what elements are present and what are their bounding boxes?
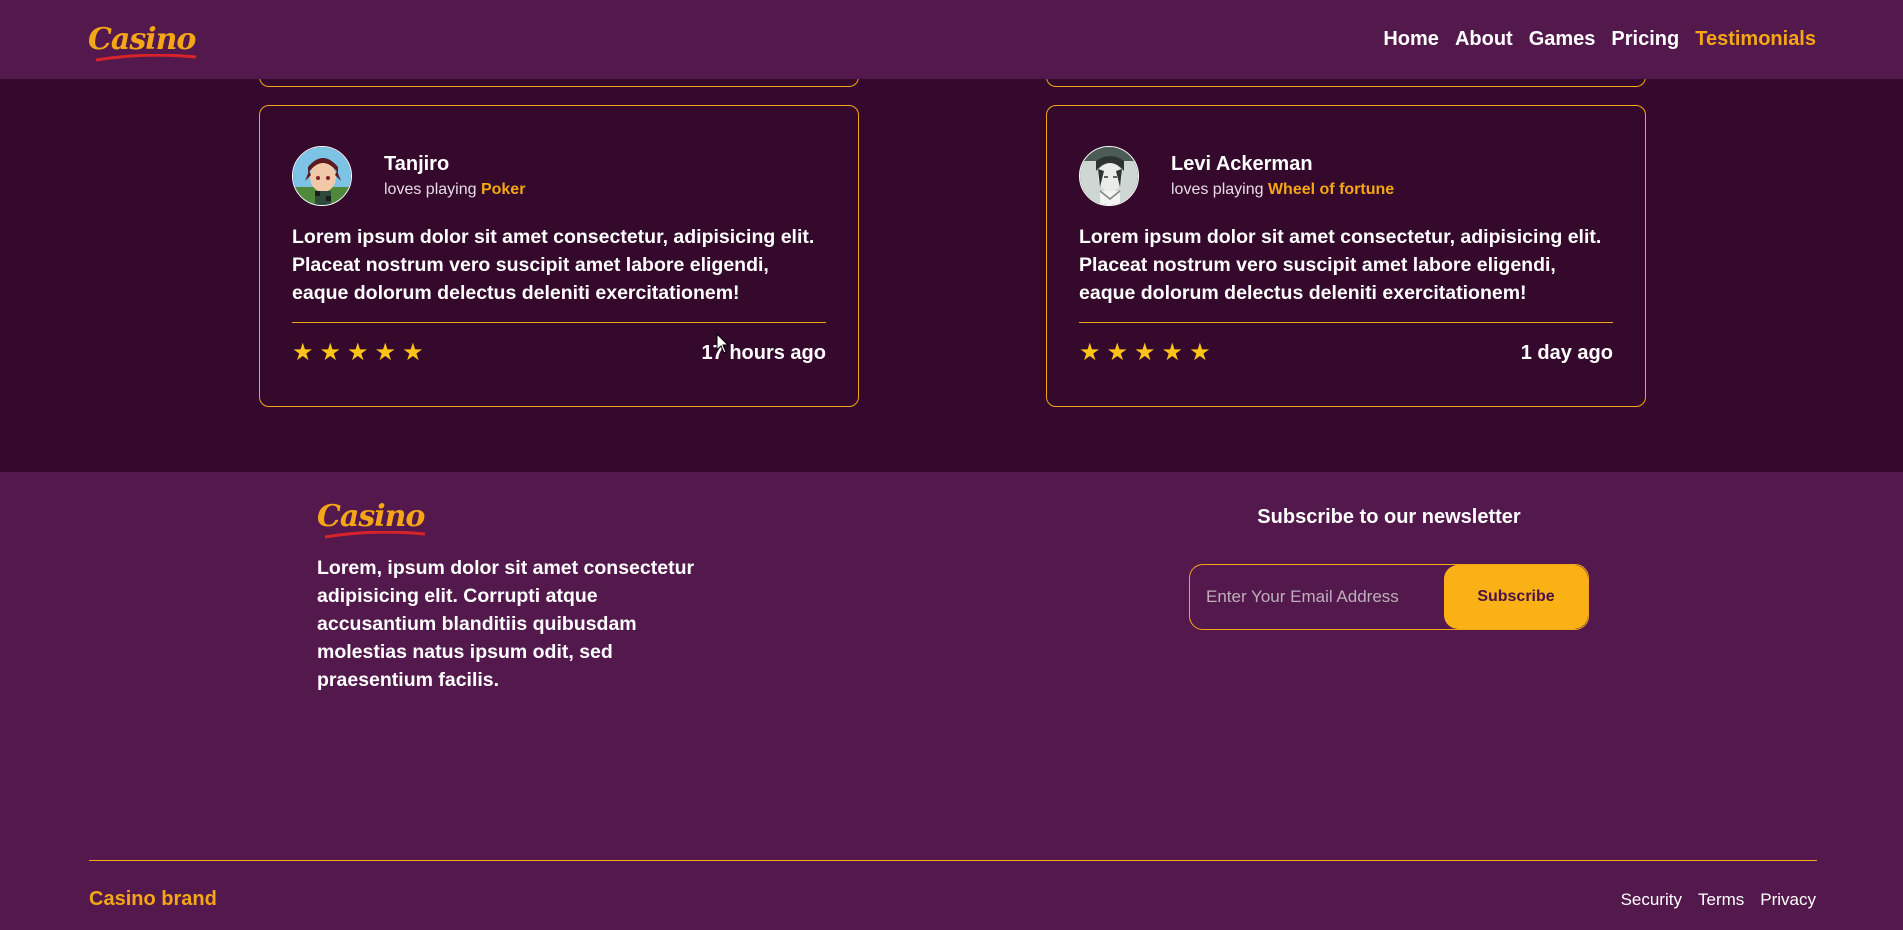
loves-prefix: loves playing [384,181,477,198]
testimonial-card: Tanjiro loves playing Poker Lorem ipsum … [259,105,859,407]
nav-pricing[interactable]: Pricing [1611,28,1679,51]
logo-text: Casino [88,21,196,57]
star-icon: ★ [292,339,314,366]
card-divider [1079,322,1613,323]
card-header: Tanjiro loves playing Poker [292,146,826,206]
footer-about-text: Lorem, ipsum dolor sit amet consectetur … [317,557,695,691]
newsletter-title: Subscribe to our newsletter [1257,506,1521,528]
testimonial-text: Lorem ipsum dolor sit amet consectetur, … [1079,226,1602,304]
security-link[interactable]: Security [1621,890,1682,910]
testimonial-card: Levi Ackerman loves playing Wheel of for… [1046,105,1646,407]
site-header: Casino Home About Games Pricing Testimon… [0,0,1903,79]
card-footer: ★ ★ ★ ★ ★ 17 hours ago [292,341,826,365]
site-footer: Casino Lorem, ipsum dolor sit amet conse… [0,472,1903,930]
star-rating: ★ ★ ★ ★ ★ [1079,341,1211,365]
nav-games[interactable]: Games [1529,28,1596,51]
tanjiro-avatar [292,146,352,206]
logo-swoosh-icon [96,53,196,61]
star-icon: ★ [1189,339,1211,366]
posted-time: 1 day ago [1520,341,1613,364]
star-icon: ★ [402,339,424,366]
footer-divider [89,860,1817,861]
terms-link[interactable]: Terms [1698,890,1744,910]
levi-avatar [1079,146,1139,206]
footer-logo[interactable]: Casino [317,499,425,539]
newsletter-form: Subscribe [1189,564,1589,630]
loves-playing-line: loves playing Poker [384,181,525,199]
nav-testimonials[interactable]: Testimonials [1695,28,1816,51]
card-user-info: Levi Ackerman loves playing Wheel of for… [1171,153,1394,199]
mouse-cursor-icon [716,333,730,354]
testimonials-section: Tanjiro loves playing Poker Lorem ipsum … [0,67,1903,472]
loves-prefix: loves playing [1171,181,1264,198]
logo-text: Casino [317,499,425,534]
star-icon: ★ [374,339,397,366]
page: Casino Home About Games Pricing Testimon… [0,0,1903,930]
favorite-game[interactable]: Poker [481,181,525,198]
loves-playing-line: loves playing Wheel of fortune [1171,181,1394,199]
email-input[interactable] [1190,565,1444,629]
star-icon: ★ [1161,339,1184,366]
star-icon: ★ [1106,339,1129,366]
subscribe-button[interactable]: Subscribe [1444,565,1588,629]
star-icon: ★ [347,339,369,366]
main-nav: Home About Games Pricing Testimonials [1383,28,1816,51]
card-header: Levi Ackerman loves playing Wheel of for… [1079,146,1613,206]
footer-brand: Casino brand [89,888,217,910]
header-logo[interactable]: Casino [88,21,196,61]
nav-about[interactable]: About [1455,28,1513,51]
user-name: Levi Ackerman [1171,153,1313,175]
favorite-game[interactable]: Wheel of fortune [1268,181,1394,198]
privacy-link[interactable]: Privacy [1760,890,1816,910]
user-name: Tanjiro [384,153,450,175]
star-icon: ★ [1079,339,1101,366]
logo-swoosh-icon [325,531,425,539]
card-divider [292,322,826,323]
nav-home[interactable]: Home [1383,28,1439,51]
star-icon: ★ [319,339,342,366]
card-footer: ★ ★ ★ ★ ★ 1 day ago [1079,341,1613,365]
card-user-info: Tanjiro loves playing Poker [384,153,525,199]
testimonial-text: Lorem ipsum dolor sit amet consectetur, … [292,226,815,304]
star-rating: ★ ★ ★ ★ ★ [292,341,424,365]
legal-links: Security Terms Privacy [1621,890,1816,910]
star-icon: ★ [1134,339,1156,366]
